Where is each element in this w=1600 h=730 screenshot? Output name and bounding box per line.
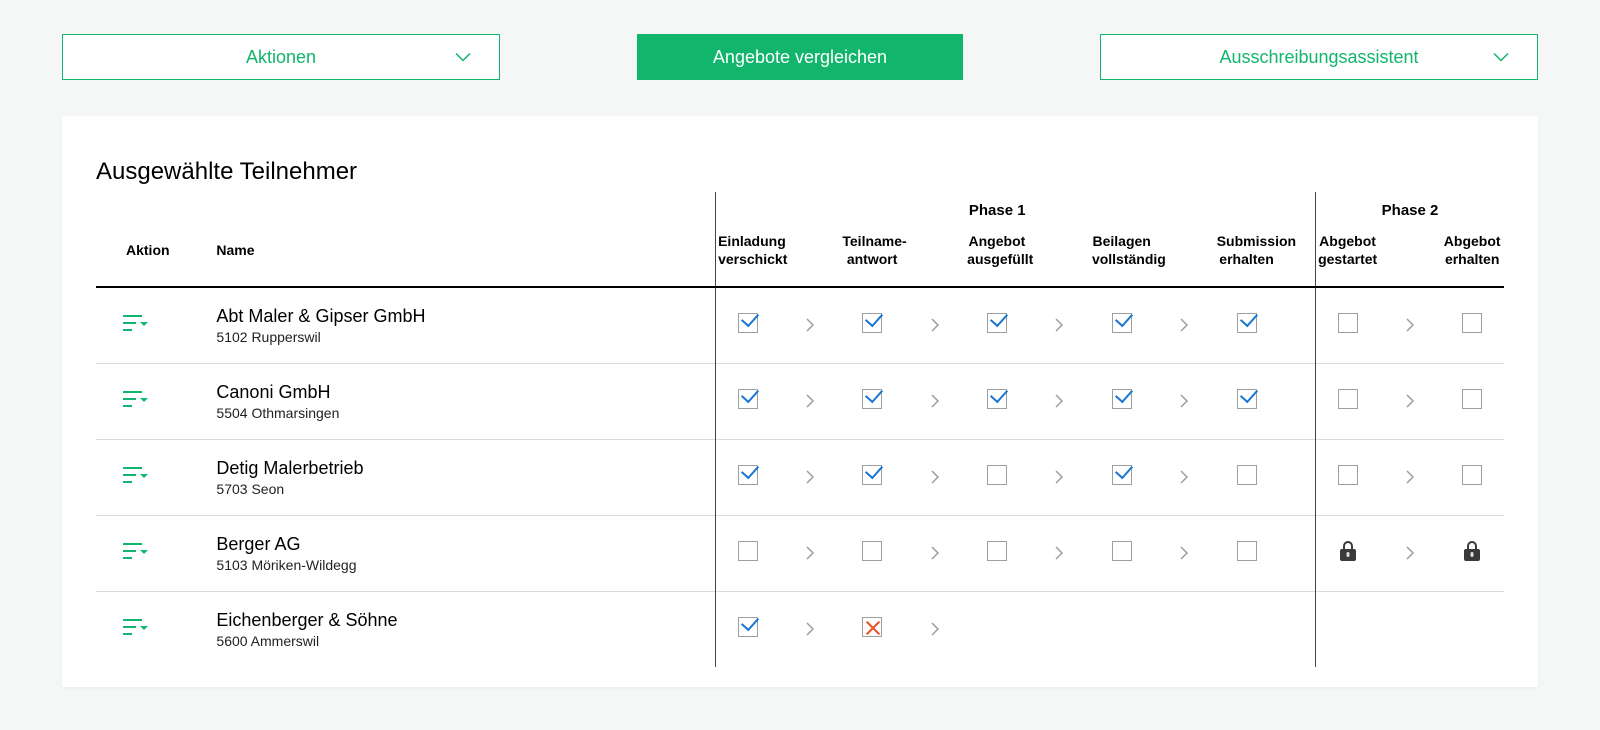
col-name: Name <box>216 227 715 287</box>
participants-card: Ausgewählte Teilnehmer Phase 1 Phase 2 <box>62 116 1538 687</box>
chevron-right-icon <box>1179 317 1189 334</box>
chevron-right-icon <box>930 621 940 638</box>
neg-start-checkbox[interactable] <box>1338 313 1358 333</box>
chevron-right-icon <box>930 469 940 486</box>
tender-assistant-dropdown[interactable]: Ausschreibungsassistent <box>1100 34 1538 80</box>
invitation-checkbox[interactable] <box>738 313 758 333</box>
company-name: Canoni GmbH <box>216 382 715 403</box>
chevron-right-icon <box>805 317 815 334</box>
tender-assistant-label: Ausschreibungsassistent <box>1219 47 1418 68</box>
chevron-right-icon <box>805 545 815 562</box>
attachments-checkbox[interactable] <box>1112 389 1132 409</box>
participation-checkbox[interactable] <box>862 617 882 637</box>
chevron-right-icon <box>805 393 815 410</box>
neg-recv-checkbox[interactable] <box>1462 389 1482 409</box>
submission-checkbox[interactable] <box>1237 541 1257 561</box>
neg-start-checkbox[interactable] <box>1338 465 1358 485</box>
participation-checkbox[interactable] <box>862 313 882 333</box>
participation-checkbox[interactable] <box>862 465 882 485</box>
section-title: Ausgewählte Teilnehmer <box>96 158 1504 186</box>
chevron-right-icon <box>930 545 940 562</box>
invitation-checkbox[interactable] <box>738 465 758 485</box>
chevron-right-icon <box>930 393 940 410</box>
submission-checkbox[interactable] <box>1237 313 1257 333</box>
phase2-header: Phase 2 <box>1316 192 1504 227</box>
offer-checkbox[interactable] <box>987 465 1007 485</box>
table-row: Detig Malerbetrieb 5703 Seon <box>96 440 1504 516</box>
col-offer-filled: Angebotausgefüllt <box>965 227 1028 287</box>
chevron-down-icon <box>1493 47 1509 68</box>
attachments-checkbox[interactable] <box>1112 313 1132 333</box>
col-negotiation-started: Abgebotgestartet <box>1316 227 1379 287</box>
offer-checkbox[interactable] <box>987 313 1007 333</box>
compare-offers-label: Angebote vergleichen <box>713 47 887 68</box>
chevron-right-icon <box>1179 393 1189 410</box>
chevron-right-icon <box>1405 545 1415 562</box>
row-action-menu-icon[interactable] <box>122 389 148 414</box>
table-row: Canoni GmbH 5504 Othmarsingen <box>96 364 1504 440</box>
chevron-right-icon <box>1054 545 1064 562</box>
company-name: Eichenberger & Söhne <box>216 610 715 631</box>
participation-checkbox[interactable] <box>862 389 882 409</box>
participation-checkbox[interactable] <box>862 541 882 561</box>
company-name: Abt Maler & Gipser GmbH <box>216 306 715 327</box>
invitation-checkbox[interactable] <box>738 617 758 637</box>
chevron-right-icon <box>1405 393 1415 410</box>
chevron-right-icon <box>1179 545 1189 562</box>
company-name: Detig Malerbetrieb <box>216 458 715 479</box>
actions-dropdown[interactable]: Aktionen <box>62 34 500 80</box>
offer-checkbox[interactable] <box>987 389 1007 409</box>
submission-checkbox[interactable] <box>1237 389 1257 409</box>
chevron-right-icon <box>930 317 940 334</box>
company-location: 5103 Möriken-Wildegg <box>216 557 715 573</box>
chevron-down-icon <box>455 47 471 68</box>
table-row: Abt Maler & Gipser GmbH 5102 Rupperswil <box>96 287 1504 364</box>
phase1-header: Phase 1 <box>716 192 1279 227</box>
neg-start-checkbox[interactable] <box>1338 389 1358 409</box>
col-action: Aktion <box>96 227 216 287</box>
chevron-right-icon <box>1405 317 1415 334</box>
neg-recv-checkbox[interactable] <box>1462 465 1482 485</box>
col-submission-received: Submissionerhalten <box>1215 227 1279 287</box>
chevron-right-icon <box>1054 469 1064 486</box>
row-action-menu-icon[interactable] <box>122 313 148 338</box>
chevron-right-icon <box>1179 469 1189 486</box>
col-attachments-complete: Beilagenvollständig <box>1090 227 1153 287</box>
row-action-menu-icon[interactable] <box>122 465 148 490</box>
table-row: Eichenberger & Söhne 5600 Ammerswil <box>96 592 1504 668</box>
company-location: 5102 Rupperswil <box>216 329 715 345</box>
compare-offers-button[interactable]: Angebote vergleichen <box>637 34 963 80</box>
company-location: 5600 Ammerswil <box>216 633 715 649</box>
chevron-right-icon <box>1054 317 1064 334</box>
neg-recv-checkbox[interactable] <box>1462 313 1482 333</box>
chevron-right-icon <box>1054 393 1064 410</box>
attachments-checkbox[interactable] <box>1112 541 1132 561</box>
company-location: 5504 Othmarsingen <box>216 405 715 421</box>
row-action-menu-icon[interactable] <box>122 541 148 566</box>
submission-checkbox[interactable] <box>1237 465 1257 485</box>
attachments-checkbox[interactable] <box>1112 465 1132 485</box>
col-participation-answer: Teilname-antwort <box>840 227 903 287</box>
company-location: 5703 Seon <box>216 481 715 497</box>
company-name: Berger AG <box>216 534 715 555</box>
row-action-menu-icon[interactable] <box>122 617 148 642</box>
actions-dropdown-label: Aktionen <box>246 47 316 68</box>
chevron-right-icon <box>805 621 815 638</box>
col-negotiation-received: Abgeboterhalten <box>1440 227 1504 287</box>
invitation-checkbox[interactable] <box>738 541 758 561</box>
offer-checkbox[interactable] <box>987 541 1007 561</box>
table-row: Berger AG 5103 Möriken-Wildegg <box>96 516 1504 592</box>
neg-recv-lock-icon <box>1462 540 1482 562</box>
invitation-checkbox[interactable] <box>738 389 758 409</box>
neg-start-lock-icon <box>1338 540 1358 562</box>
col-invitation-sent: Einladungverschickt <box>716 227 779 287</box>
chevron-right-icon <box>805 469 815 486</box>
chevron-right-icon <box>1405 469 1415 486</box>
participants-table: Phase 1 Phase 2 Aktion Name Einladungver… <box>96 192 1504 667</box>
